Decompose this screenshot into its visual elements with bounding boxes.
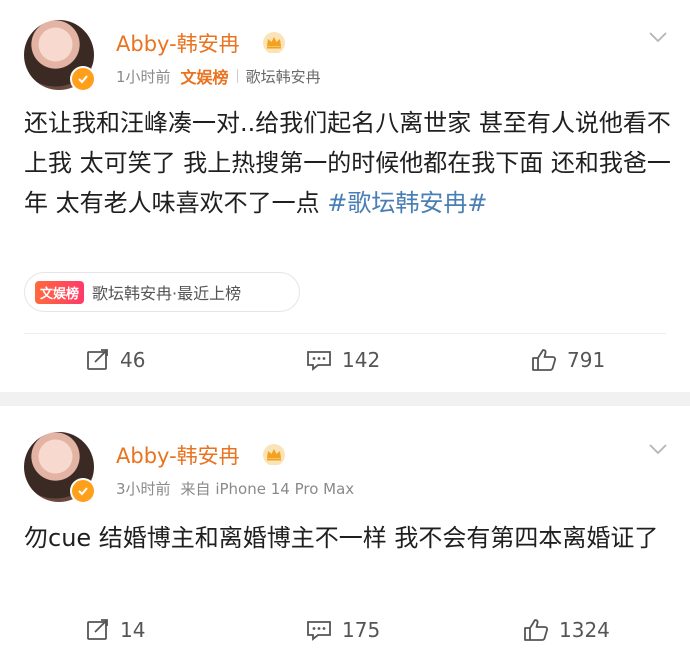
verified-badge-icon: [70, 66, 96, 92]
comment-button[interactable]: 142: [306, 348, 380, 372]
post-body: 勿cue 结婚博主和离婚博主不一样 我不会有第四本离婚证了: [24, 524, 659, 552]
tag-divider: [236, 69, 238, 83]
comment-button[interactable]: 175: [306, 618, 380, 642]
post-meta: 1小时前 文娱榜 歌坛韩安冉: [116, 64, 321, 88]
repost-count: 46: [120, 348, 146, 372]
like-button[interactable]: 1324: [523, 618, 610, 642]
comment-count: 142: [342, 348, 381, 372]
like-count: 791: [567, 348, 606, 372]
chevron-down-icon[interactable]: [648, 442, 668, 456]
crown-icon: [263, 32, 285, 53]
post-meta: 3小时前 来自 iPhone 14 Pro Max: [116, 478, 354, 499]
repost-count: 14: [120, 618, 146, 642]
like-button[interactable]: 791: [531, 348, 605, 372]
comment-icon: [307, 351, 331, 371]
repost-icon: [87, 349, 108, 370]
username[interactable]: Abby-韩安冉: [116, 440, 240, 470]
post-separator: [0, 392, 690, 406]
avatar-wrap[interactable]: [24, 20, 96, 92]
chevron-down-icon[interactable]: [648, 30, 668, 44]
post-source: 来自 iPhone 14 Pro Max: [180, 480, 355, 498]
repost-icon: [87, 619, 108, 640]
forum-tag[interactable]: 歌坛韩安冉: [246, 66, 321, 87]
comment-icon: [307, 621, 331, 641]
verified-badge-icon: [70, 478, 96, 504]
weibo-post-2: Abby-韩安冉 3小时前 来自 iPhone 14 Pro Max 勿cue …: [0, 406, 690, 649]
action-bar: 46 142 791: [0, 342, 690, 382]
like-count: 1324: [559, 618, 610, 642]
post-text: 勿cue 结婚博主和离婚博主不一样 我不会有第四本离婚证了: [24, 518, 674, 558]
post-text: 还让我和汪峰凑一对..给我们起名八离世家 甚至有人说他看不上我 太可笑了 我上热…: [24, 103, 674, 223]
chip-text: 歌坛韩安冉·最近上榜: [92, 284, 242, 303]
crown-icon: [263, 444, 285, 465]
chip-badge: 文娱榜: [35, 280, 85, 304]
post-time: 1小时前: [116, 67, 171, 86]
action-bar: 14 175 1324: [0, 616, 690, 656]
repost-button[interactable]: 14: [86, 618, 145, 642]
repost-button[interactable]: 46: [86, 348, 145, 372]
weibo-post-1: Abby-韩安冉 1小时前 文娱榜 歌坛韩安冉 还让我和汪峰凑一对..给我们起名…: [0, 0, 690, 392]
thumbs-up-icon: [524, 619, 549, 641]
yule-rank-tag[interactable]: 文娱榜: [181, 64, 229, 88]
divider: [24, 333, 666, 334]
thumbs-up-icon: [532, 349, 557, 371]
rank-chip[interactable]: 文娱榜 歌坛韩安冉·最近上榜: [24, 272, 300, 312]
post-time: 3小时前: [116, 480, 171, 498]
comment-count: 175: [342, 618, 381, 642]
username[interactable]: Abby-韩安冉: [116, 28, 240, 58]
avatar-wrap[interactable]: [24, 432, 96, 504]
hashtag-link[interactable]: #歌坛韩安冉#: [327, 189, 487, 217]
